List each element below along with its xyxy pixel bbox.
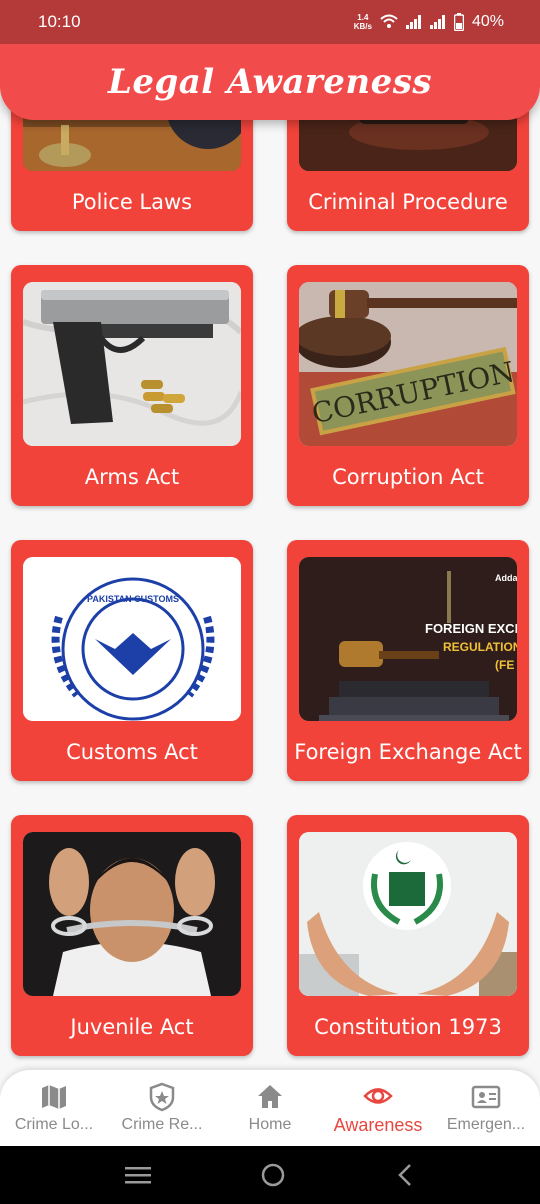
status-time: 10:10 <box>38 12 81 31</box>
battery-icon <box>453 13 464 31</box>
nav-home[interactable]: Home <box>216 1070 324 1146</box>
battery-percent: 40% <box>471 13 504 30</box>
pistol-image <box>23 282 241 446</box>
bottom-nav: Crime Lo... Crime Re... Home Awareness E… <box>0 1070 540 1146</box>
card-constitution-1973[interactable]: Constitution 1973 <box>287 815 529 1056</box>
system-nav-bar <box>0 1146 540 1204</box>
wifi-icon <box>380 14 398 28</box>
contact-card-icon <box>471 1085 501 1109</box>
home-icon <box>258 1085 282 1108</box>
card-label: Criminal Procedure <box>308 190 508 214</box>
home-circle-icon[interactable] <box>260 1162 286 1188</box>
app-bar: Legal Awareness <box>0 44 540 120</box>
card-label: Customs Act <box>66 740 198 764</box>
signal-icon <box>405 15 421 29</box>
card-label: Foreign Exchange Act <box>294 740 522 764</box>
fx-heading-text: FOREIGN EXCHAN <box>425 621 517 636</box>
nav-awareness[interactable]: Awareness <box>324 1070 432 1146</box>
fx-subheading-text: REGULATION A <box>443 640 517 654</box>
nav-label: Emergen... <box>446 1116 526 1133</box>
badge-star-icon <box>149 1082 175 1112</box>
card-label: Corruption Act <box>332 465 484 489</box>
fx-brand-text: Adda <box>495 573 517 583</box>
foreign-exchange-image: Adda FOREIGN EXCHAN REGULATION A (FE <box>299 557 517 721</box>
card-arms-act[interactable]: Arms Act <box>11 265 253 506</box>
nav-label: Crime Re... <box>121 1116 203 1133</box>
nav-emergency[interactable]: Emergen... <box>432 1070 540 1146</box>
fx-abbrev-text: (FE <box>495 658 514 672</box>
eye-icon <box>363 1087 393 1104</box>
net-speed-value: 1.4 <box>357 13 369 22</box>
customs-logo-text: PAKISTAN CUSTOMS <box>87 594 179 604</box>
handcuffed-boy-image <box>23 832 241 996</box>
nav-label: Crime Lo... <box>14 1116 94 1133</box>
card-customs-act[interactable]: PAKISTAN CUSTOMS Customs Act <box>11 540 253 781</box>
card-corruption-act[interactable]: CORRUPTION Corruption Act <box>287 265 529 506</box>
status-bar: 10:10 1.4 KB/s 40% <box>0 0 540 44</box>
constitution-emblem-image <box>299 832 517 996</box>
card-label: Constitution 1973 <box>314 1015 502 1039</box>
nav-crime-location[interactable]: Crime Lo... <box>0 1070 108 1146</box>
net-speed: 1.4 KB/s <box>354 13 372 31</box>
back-icon[interactable] <box>395 1163 415 1187</box>
card-label: Police Laws <box>71 190 193 214</box>
recent-apps-icon[interactable] <box>124 1165 151 1185</box>
status-icons: 1.4 KB/s 40% <box>354 13 504 31</box>
card-juvenile-act[interactable]: Juvenile Act <box>11 815 253 1056</box>
nav-crime-report[interactable]: Crime Re... <box>108 1070 216 1146</box>
card-foreign-exchange-act[interactable]: Adda FOREIGN EXCHAN REGULATION A (FE For… <box>287 540 529 781</box>
page-title: Legal Awareness <box>107 62 433 102</box>
nav-label: Home <box>248 1116 292 1133</box>
pakistan-customs-logo: PAKISTAN CUSTOMS <box>23 557 241 721</box>
net-speed-unit: KB/s <box>353 22 372 31</box>
map-icon <box>42 1085 66 1109</box>
card-label: Arms Act <box>84 465 180 489</box>
signal-icon-2 <box>429 15 445 29</box>
card-label: Juvenile Act <box>70 1015 194 1039</box>
nav-label: Awareness <box>333 1114 423 1135</box>
cards-grid: Police Laws Criminal Procedure Arms Act … <box>0 0 540 1204</box>
corruption-gavel-image: CORRUPTION <box>299 282 517 446</box>
